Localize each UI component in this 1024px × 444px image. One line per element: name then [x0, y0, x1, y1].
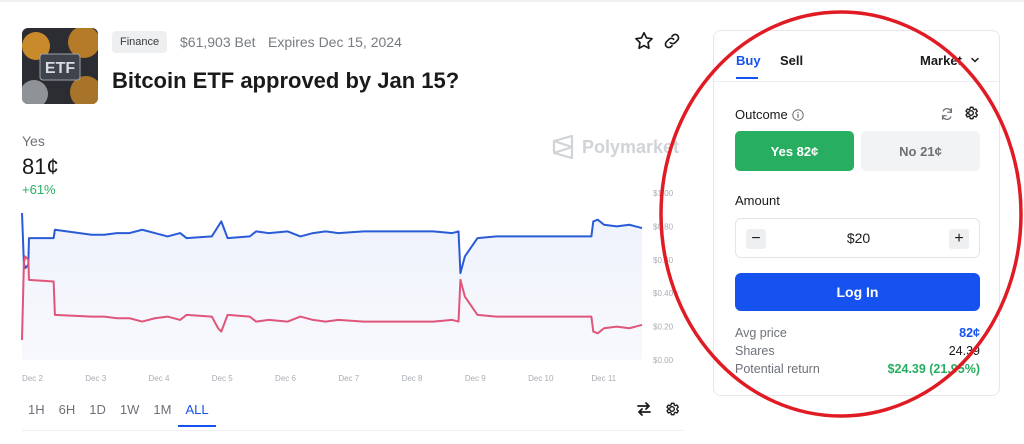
- x-tick-label: Dec 5: [212, 374, 233, 383]
- x-tick-label: Dec 4: [149, 374, 170, 383]
- polymarket-logo-icon: [552, 135, 574, 159]
- x-tick-label: Dec 3: [85, 374, 106, 383]
- y-tick-label: $0.20: [653, 323, 674, 332]
- potential-return-value: $24.39 (21.95%): [887, 362, 980, 376]
- order-type-dropdown[interactable]: Market: [920, 53, 980, 68]
- market-title: Bitcoin ETF approved by Jan 15?: [112, 68, 460, 93]
- market-thumbnail: ETF: [22, 28, 98, 104]
- swap-icon[interactable]: [636, 401, 652, 417]
- watermark-text: Polymarket: [582, 136, 680, 157]
- potential-return-row: Potential return $24.39 (21.95%): [735, 362, 980, 376]
- range-tab-1h[interactable]: 1H: [22, 402, 52, 427]
- category-badge[interactable]: Finance: [112, 31, 168, 53]
- shares-label: Shares: [735, 344, 775, 358]
- x-tick-label: Dec 8: [402, 374, 423, 383]
- outcome-label: Outcome: [735, 107, 788, 122]
- chart-settings-gear-icon[interactable]: [664, 401, 680, 417]
- shares-value: 24.39: [948, 344, 980, 358]
- tab-buy-underline: [736, 77, 758, 79]
- polymarket-watermark: Polymarket: [552, 135, 679, 159]
- x-tick-label: Dec 2: [22, 374, 43, 383]
- range-tab-1d[interactable]: 1D: [82, 402, 113, 427]
- y-tick-label: $0.60: [653, 256, 674, 265]
- y-tick-label: $1.00: [653, 189, 674, 198]
- decrease-amount-button[interactable]: −: [746, 229, 766, 249]
- star-icon[interactable]: [633, 30, 655, 52]
- order-type-label: Market: [920, 53, 962, 68]
- login-button[interactable]: Log In: [735, 273, 980, 311]
- y-tick-label: $0.40: [653, 289, 674, 298]
- top-divider: [0, 0, 1024, 2]
- info-icon[interactable]: [792, 108, 804, 121]
- refresh-icon[interactable]: [940, 107, 954, 121]
- current-price: 81¢: [22, 154, 59, 179]
- chart-outcome-label: Yes: [22, 133, 45, 149]
- avg-price-value: 82¢: [959, 326, 980, 340]
- chart-area-fill: [22, 213, 642, 360]
- x-tick-label: Dec 11: [591, 374, 616, 383]
- panel-divider: [714, 81, 999, 82]
- x-tick-label: Dec 7: [338, 374, 359, 383]
- increase-amount-button[interactable]: +: [949, 229, 969, 249]
- y-tick-label: $0.80: [653, 222, 674, 231]
- volume-text: $61,903 Bet: [180, 34, 256, 50]
- range-tab-6h[interactable]: 6H: [52, 402, 83, 427]
- no-outcome-button[interactable]: No 21¢: [861, 131, 980, 171]
- range-tab-1m[interactable]: 1M: [146, 402, 178, 427]
- tab-buy[interactable]: Buy: [736, 53, 761, 68]
- price-chart[interactable]: $1.00 $0.80 $0.60 $0.40 $0.20 $0.00 Dec 2 Dec 3…: [14, 185, 684, 390]
- avg-price-label: Avg price: [735, 326, 787, 340]
- avg-price-row: Avg price 82¢: [735, 326, 980, 340]
- amount-stepper: − $20 +: [735, 218, 980, 258]
- expiry-text: Expires Dec 15, 2024: [268, 34, 402, 50]
- tab-sell[interactable]: Sell: [780, 53, 803, 68]
- amount-input[interactable]: $20: [776, 230, 941, 246]
- x-tick-label: Dec 6: [275, 374, 296, 383]
- amount-label: Amount: [735, 193, 780, 208]
- link-icon[interactable]: [662, 31, 682, 51]
- x-tick-label: Dec 10: [528, 374, 554, 383]
- potential-return-label: Potential return: [735, 362, 820, 376]
- time-range-tabs: 1H 6H 1D 1W 1M ALL: [22, 402, 216, 427]
- yes-outcome-button[interactable]: Yes 82¢: [735, 131, 854, 171]
- x-tick-label: Dec 9: [465, 374, 486, 383]
- trade-panel: Buy Sell Market Outcome Yes 82¢ No 21¢ A…: [713, 30, 1000, 396]
- range-tab-all[interactable]: ALL: [178, 402, 216, 427]
- chart-bottom-divider: [22, 430, 684, 431]
- range-tab-1w[interactable]: 1W: [113, 402, 147, 427]
- gear-icon[interactable]: [963, 105, 979, 121]
- shares-row: Shares 24.39: [735, 344, 980, 358]
- y-tick-label: $0.00: [653, 356, 674, 365]
- chevron-down-icon: [970, 57, 979, 63]
- thumbnail-text: ETF: [45, 60, 75, 77]
